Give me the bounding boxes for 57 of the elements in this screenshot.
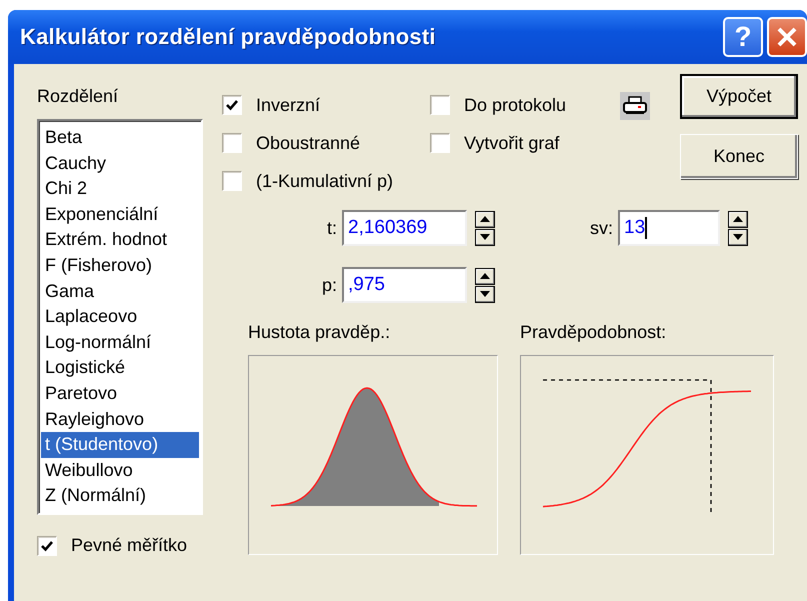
checkmark-icon <box>40 538 54 553</box>
dialog-button[interactable]: Výpočet <box>680 74 798 119</box>
help-button[interactable]: ? <box>723 17 763 57</box>
number-field[interactable]: 2,160369 <box>342 210 467 246</box>
number-field[interactable]: ,975 <box>342 267 467 303</box>
checkbox[interactable] <box>37 536 57 556</box>
list-item[interactable]: Cauchy <box>41 150 199 176</box>
down-arrow-icon <box>480 234 490 240</box>
spin-down-button[interactable] <box>475 286 495 302</box>
list-item[interactable]: Rayleighovo <box>41 406 199 432</box>
spin-up-button[interactable] <box>728 210 748 228</box>
list-item[interactable]: Logistické <box>41 355 199 381</box>
up-arrow-icon <box>480 273 490 279</box>
list-item[interactable]: Paretovo <box>41 380 199 407</box>
spin-down-button[interactable] <box>728 228 748 246</box>
close-icon <box>776 26 798 48</box>
list-item[interactable]: t (Studentovo) <box>41 432 199 458</box>
checkbox-label: Inverzní <box>256 94 320 116</box>
checkbox[interactable] <box>222 171 242 191</box>
checkbox-label: Do protokolu <box>464 94 566 116</box>
checkbox-label: Pevné měřítko <box>71 535 188 556</box>
list-item[interactable]: Extrém. hodnot <box>41 227 199 253</box>
checkbox-label: Vytvořit graf <box>464 132 560 154</box>
down-arrow-icon <box>733 234 743 240</box>
list-item[interactable]: Log-normální <box>41 330 199 356</box>
list-item[interactable]: Gama <box>41 278 199 304</box>
dialog-button[interactable]: Konec <box>680 134 798 179</box>
checkbox-label: Oboustranné <box>256 132 360 154</box>
field-label: sv: <box>588 218 614 238</box>
number-field[interactable]: 13 <box>618 210 720 246</box>
window-title: Kalkulátor rozdělení pravděpodobnosti <box>20 24 437 50</box>
down-arrow-icon <box>480 291 490 297</box>
list-item[interactable]: Beta <box>41 125 199 151</box>
list-item[interactable]: Laplaceovo <box>41 304 199 330</box>
field-label: t: <box>326 218 338 238</box>
list-item[interactable]: Z (Normální) <box>41 483 199 509</box>
checkbox-label: (1-Kumulativní p) <box>256 170 394 192</box>
checkbox[interactable] <box>430 133 450 153</box>
spin-up-button[interactable] <box>475 268 495 284</box>
list-item[interactable]: Weibullovo <box>41 458 199 484</box>
up-arrow-icon <box>733 216 743 222</box>
chart-label: Pravděpodobnost: <box>520 322 668 343</box>
close-button[interactable] <box>767 17 807 57</box>
checkbox[interactable] <box>430 95 450 115</box>
checkbox[interactable] <box>222 133 242 153</box>
list-item[interactable]: F (Fisherovo) <box>41 252 199 279</box>
checkbox[interactable] <box>222 95 242 115</box>
spin-down-button[interactable] <box>475 228 495 246</box>
chart-label: Hustota pravděp.: <box>248 322 392 343</box>
spin-up-button[interactable] <box>475 210 495 228</box>
field-label: p: <box>320 274 338 296</box>
list-item[interactable]: Exponenciální <box>41 202 199 228</box>
printer-icon[interactable] <box>620 92 650 120</box>
list-label: Rozdělení <box>37 86 120 107</box>
list-item[interactable]: Chi 2 <box>41 176 199 202</box>
checkmark-icon <box>225 98 239 112</box>
up-arrow-icon <box>480 216 490 222</box>
